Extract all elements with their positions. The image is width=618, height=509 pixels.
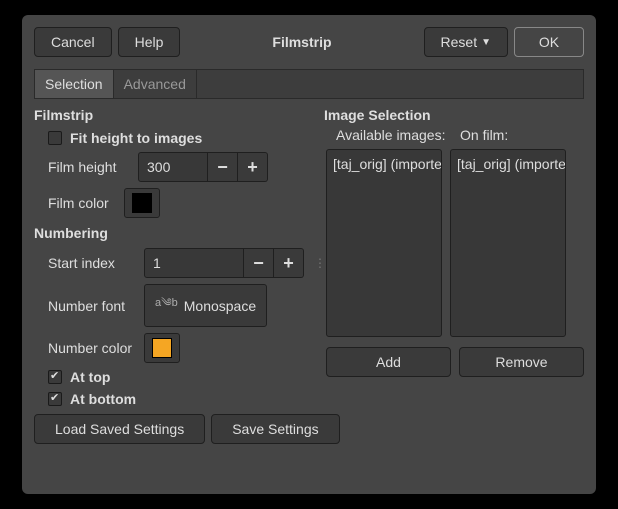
tab-advanced[interactable]: Advanced — [114, 70, 197, 98]
cancel-button[interactable]: Cancel — [34, 27, 112, 57]
dialog-header: Cancel Help Filmstrip Reset ▼ OK — [22, 15, 596, 69]
number-font-row: Number font a༄b Monospace — [34, 281, 324, 330]
save-settings-button[interactable]: Save Settings — [211, 414, 339, 444]
start-index-decrement[interactable]: − — [244, 248, 274, 278]
tab-selection[interactable]: Selection — [35, 70, 114, 98]
start-index-spinner: − + — [144, 248, 304, 278]
listboxes: [taj_orig] (imported) [taj_orig] (import… — [324, 149, 584, 337]
film-color-swatch[interactable] — [124, 188, 160, 218]
left-column: Filmstrip Fit height to images Film heig… — [34, 103, 324, 410]
number-font-label: Number font — [48, 298, 136, 314]
ok-button[interactable]: OK — [514, 27, 584, 57]
remove-button[interactable]: Remove — [459, 347, 584, 377]
start-index-increment[interactable]: + — [274, 248, 304, 278]
start-index-label: Start index — [48, 255, 136, 271]
at-bottom-checkbox[interactable] — [48, 392, 62, 406]
fit-height-row: Fit height to images — [34, 127, 324, 149]
help-button[interactable]: Help — [118, 27, 181, 57]
reset-button[interactable]: Reset ▼ — [424, 27, 508, 57]
film-height-spinner: − + — [138, 152, 268, 182]
fit-height-checkbox[interactable] — [48, 131, 62, 145]
font-icon: a༄b — [155, 290, 178, 321]
film-height-row: Film height − + — [34, 149, 324, 185]
fit-height-label[interactable]: Fit height to images — [70, 130, 202, 146]
at-bottom-row: At bottom — [34, 388, 324, 410]
add-remove-row: Add Remove — [324, 337, 584, 377]
number-color-inner — [152, 338, 172, 358]
numbering-section-title: Numbering — [34, 221, 324, 245]
film-height-decrement[interactable]: − — [208, 152, 238, 182]
tab-bar: Selection Advanced — [34, 69, 584, 99]
list-headers: Available images: On film: — [324, 127, 584, 149]
chevron-down-icon: ▼ — [481, 37, 491, 48]
load-saved-settings-button[interactable]: Load Saved Settings — [34, 414, 205, 444]
number-color-row: Number color — [34, 330, 324, 366]
start-index-input[interactable] — [144, 248, 244, 278]
film-color-row: Film color — [34, 185, 324, 221]
number-color-swatch[interactable] — [144, 333, 180, 363]
filmstrip-section-title: Filmstrip — [34, 103, 324, 127]
film-height-label: Film height — [48, 159, 130, 175]
add-button[interactable]: Add — [326, 347, 451, 377]
list-item[interactable]: [taj_orig] (imported) — [333, 154, 435, 174]
at-top-row: At top — [34, 366, 324, 388]
available-images-list[interactable]: [taj_orig] (imported) — [326, 149, 442, 337]
film-height-increment[interactable]: + — [238, 152, 268, 182]
at-top-checkbox[interactable] — [48, 370, 62, 384]
at-top-label[interactable]: At top — [70, 369, 110, 385]
number-font-select[interactable]: a༄b Monospace — [144, 284, 267, 327]
number-color-label: Number color — [48, 340, 136, 356]
dialog-footer: Load Saved Settings Save Settings — [22, 410, 596, 458]
image-selection-title: Image Selection — [324, 103, 584, 127]
dialog-title: Filmstrip — [186, 34, 417, 50]
on-film-list[interactable]: [taj_orig] (imported) — [450, 149, 566, 337]
list-item[interactable]: [taj_orig] (imported) — [457, 154, 559, 174]
reset-label: Reset — [441, 34, 478, 50]
number-font-value: Monospace — [184, 298, 256, 314]
film-height-input[interactable] — [138, 152, 208, 182]
on-film-label: On film: — [460, 127, 508, 143]
right-column: Image Selection Available images: On fil… — [324, 103, 584, 410]
filmstrip-dialog: Cancel Help Filmstrip Reset ▼ OK Selecti… — [22, 15, 596, 494]
film-color-inner — [132, 193, 152, 213]
at-bottom-label[interactable]: At bottom — [70, 391, 136, 407]
start-index-row: Start index − + ⋮⋮ — [34, 245, 324, 281]
dialog-content: Filmstrip Fit height to images Film heig… — [22, 99, 596, 410]
film-color-label: Film color — [48, 195, 116, 211]
available-images-label: Available images: — [336, 127, 446, 143]
